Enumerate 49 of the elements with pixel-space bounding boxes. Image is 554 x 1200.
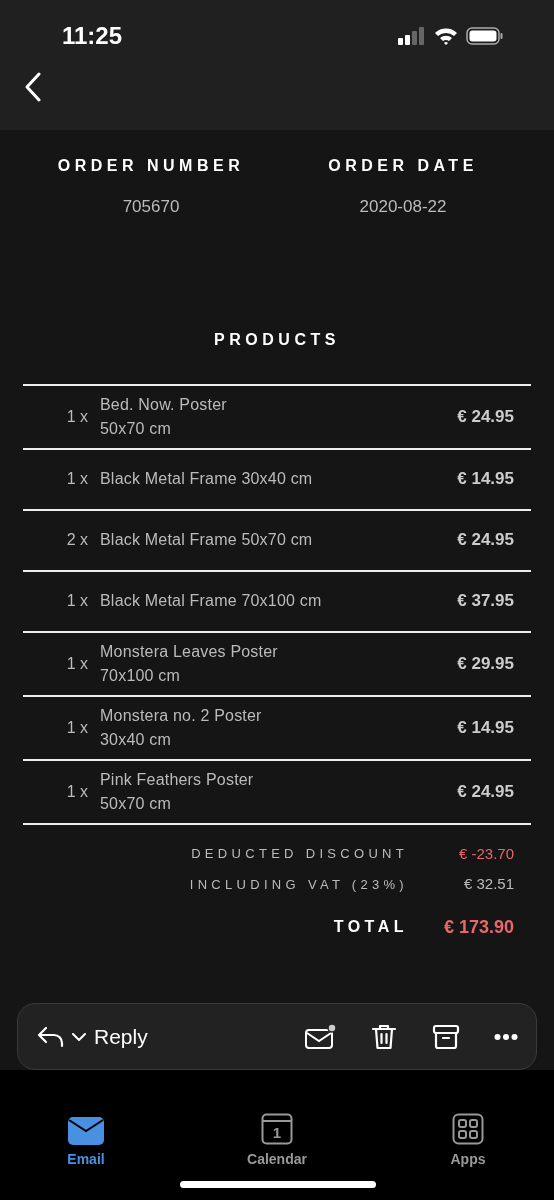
price: € 37.95 (457, 590, 514, 613)
section-title: PRODUCTS (213, 329, 341, 350)
mail-icon (68, 1116, 104, 1145)
trash-button[interactable] (370, 1022, 398, 1051)
quantity: 1 x (65, 653, 89, 674)
product-name: Monstera no. 2 Poster 30x40 cm (100, 705, 262, 750)
product-name: Monstera Leaves Poster 70x100 cm (100, 641, 278, 686)
back-button[interactable] (24, 72, 42, 102)
price: € 14.95 (457, 716, 514, 739)
signal-icon (398, 27, 426, 45)
status-time: 11:25 (62, 21, 123, 51)
product-name: Black Metal Frame 50x70 cm (100, 530, 313, 550)
price: € 29.95 (457, 652, 514, 675)
wifi-icon (434, 27, 458, 45)
price: € 14.95 (457, 468, 514, 491)
summary-value: € -23.70 (457, 843, 514, 864)
reply-button[interactable]: Reply (36, 1020, 148, 1053)
price: € 24.95 (457, 405, 514, 428)
more-button[interactable] (494, 1032, 518, 1041)
summary-value: € 32.51 (462, 874, 514, 894)
quantity: 2 x (65, 530, 89, 550)
field-label: ORDER DATE (328, 156, 478, 176)
product-name: Pink Feathers Poster 50x70 cm (100, 769, 254, 814)
quantity: 1 x (65, 591, 89, 611)
field-value: 2020-08-22 (359, 196, 447, 218)
apps-icon (452, 1112, 484, 1145)
tab[interactable]: 1 Calendar (207, 1078, 347, 1200)
field-value: 705670 (122, 196, 180, 218)
caret-icon (72, 1032, 86, 1041)
mail-unread-button[interactable] (304, 1023, 336, 1050)
tab[interactable]: Apps (398, 1078, 538, 1200)
product-name: Bed. Now. Poster 50x70 cm (100, 394, 227, 439)
price: € 24.95 (457, 780, 514, 803)
summary-label: DEDUCTED DISCOUNT (191, 845, 408, 863)
calendar-icon: 1 (261, 1112, 293, 1145)
product-name: Black Metal Frame 30x40 cm (100, 469, 313, 489)
quantity: 1 x (65, 717, 89, 738)
battery-icon (466, 27, 504, 45)
price: € 24.95 (457, 529, 514, 552)
archive-button[interactable] (432, 1022, 460, 1051)
summary-value: € 173.90 (442, 915, 514, 939)
quantity: 1 x (65, 469, 89, 489)
tab[interactable]: Email (16, 1078, 156, 1200)
quantity: 1 x (65, 406, 89, 427)
field-label: ORDER NUMBER (57, 156, 245, 176)
quantity: 1 x (65, 781, 89, 802)
product-name: Black Metal Frame 70x100 cm (100, 591, 322, 611)
summary-label: TOTAL (333, 917, 408, 937)
summary-label: INCLUDING VAT (23%) (189, 875, 408, 894)
